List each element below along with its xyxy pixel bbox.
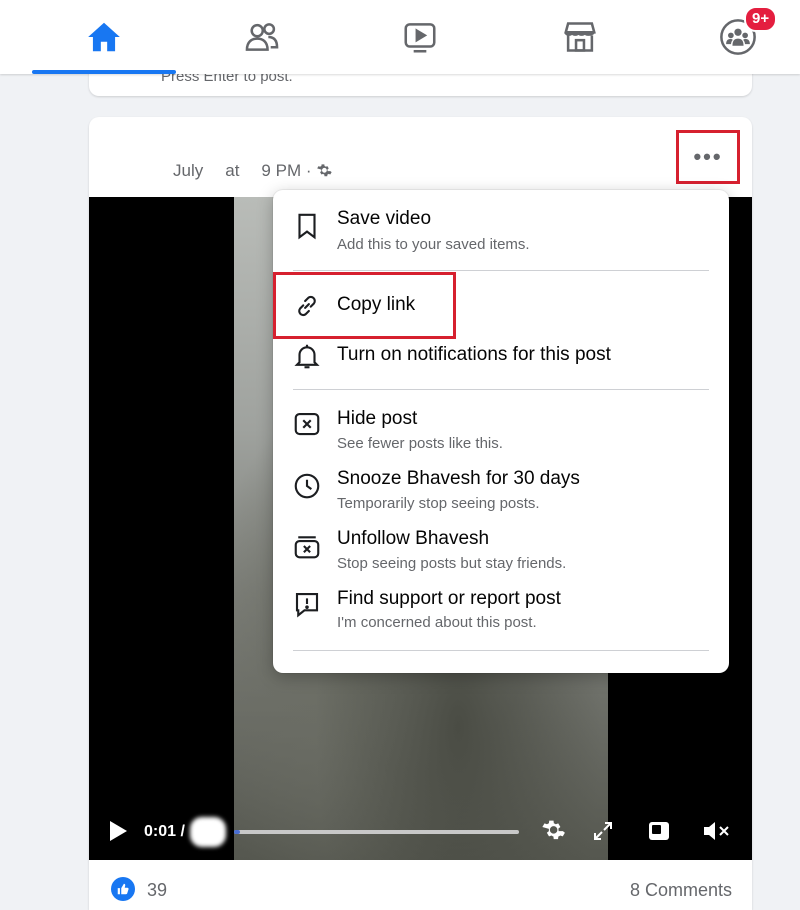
- post-footer: 39 8 Comments: [89, 860, 752, 910]
- menu-item-notifications[interactable]: Turn on notifications for this post: [273, 334, 729, 378]
- nav-marketplace-tab[interactable]: [510, 0, 650, 74]
- home-icon: [88, 22, 120, 52]
- nav-home-tab[interactable]: [34, 0, 174, 74]
- post-options-menu: Save video Add this to your saved items.…: [273, 190, 729, 673]
- menu-divider: [293, 389, 709, 390]
- menu-item-title: Turn on notifications for this post: [337, 344, 611, 365]
- fullscreen-button[interactable]: [589, 817, 617, 845]
- volume-muted-icon: [704, 822, 729, 840]
- video-settings-button[interactable]: [538, 816, 568, 846]
- menu-divider: [293, 270, 709, 271]
- menu-divider: [293, 650, 709, 651]
- like-reaction-icon[interactable]: [111, 877, 135, 901]
- video-duration-redacted: [190, 817, 226, 847]
- video-controls: 0:01 /: [89, 797, 752, 857]
- gear-icon: [542, 820, 565, 840]
- post-more-options-button[interactable]: •••: [676, 130, 740, 184]
- nav-friends-tab[interactable]: [192, 0, 332, 74]
- menu-item-hide-post[interactable]: Hide post See fewer posts like this.: [273, 400, 729, 458]
- nav-groups-tab[interactable]: 9+: [668, 0, 800, 74]
- gear-icon: [317, 164, 333, 177]
- post-date-at: at: [225, 161, 240, 180]
- top-navigation-bar: 9+: [0, 0, 800, 74]
- report-icon: [291, 588, 323, 620]
- notification-badge: 9+: [744, 6, 778, 32]
- marketplace-icon: [564, 22, 596, 52]
- active-tab-indicator: [32, 70, 176, 74]
- menu-item-subtitle: I'm concerned about this post.: [337, 614, 537, 631]
- unfollow-icon: [291, 530, 323, 562]
- picture-in-picture-button[interactable]: [645, 817, 673, 845]
- menu-item-title: Find support or report post: [337, 588, 561, 609]
- menu-item-subtitle: Stop seeing posts but stay friends.: [337, 555, 567, 572]
- bell-icon: [291, 340, 323, 372]
- friends-icon: [245, 23, 279, 51]
- play-icon: [110, 821, 127, 841]
- video-progress-fill: [234, 830, 240, 834]
- menu-item-title: Hide post: [337, 408, 418, 429]
- post-meta: July at 9 PM ·: [173, 161, 333, 181]
- menu-item-title: Unfollow Bhavesh: [337, 528, 490, 549]
- bookmark-icon: [291, 210, 323, 242]
- post-date-month: July: [173, 161, 204, 180]
- hide-icon: [291, 408, 323, 440]
- menu-item-title: Save video: [337, 208, 432, 229]
- menu-item-subtitle: Add this to your saved items.: [337, 236, 530, 253]
- menu-item-snooze[interactable]: Snooze Bhavesh for 30 days Temporarily s…: [273, 460, 729, 518]
- mute-button[interactable]: [699, 816, 733, 846]
- menu-item-unfollow[interactable]: Unfollow Bhavesh Stop seeing posts but s…: [273, 520, 729, 578]
- video-current-time: 0:01 /: [144, 823, 185, 840]
- menu-item-subtitle: See fewer posts like this.: [337, 435, 503, 452]
- like-count[interactable]: 39: [147, 880, 167, 901]
- menu-item-title: Snooze Bhavesh for 30 days: [337, 468, 580, 489]
- menu-item-subtitle: Temporarily stop seeing posts.: [337, 495, 540, 512]
- more-horizontal-icon: •••: [693, 144, 723, 169]
- video-progress-bar[interactable]: [234, 830, 519, 834]
- comments-count-link[interactable]: 8 Comments: [630, 880, 732, 901]
- post-time[interactable]: 9 PM ·: [261, 161, 311, 181]
- menu-item-save-video[interactable]: Save video Add this to your saved items.: [273, 200, 729, 268]
- video-play-icon: [404, 23, 436, 53]
- menu-item-report[interactable]: Find support or report post I'm concerne…: [273, 580, 729, 638]
- clock-icon: [291, 470, 323, 502]
- picture-in-picture-icon: [649, 822, 669, 840]
- play-button[interactable]: [105, 817, 131, 845]
- copy-link-highlight-box: [273, 272, 456, 339]
- nav-watch-tab[interactable]: [350, 0, 490, 74]
- fullscreen-icon: [594, 822, 612, 840]
